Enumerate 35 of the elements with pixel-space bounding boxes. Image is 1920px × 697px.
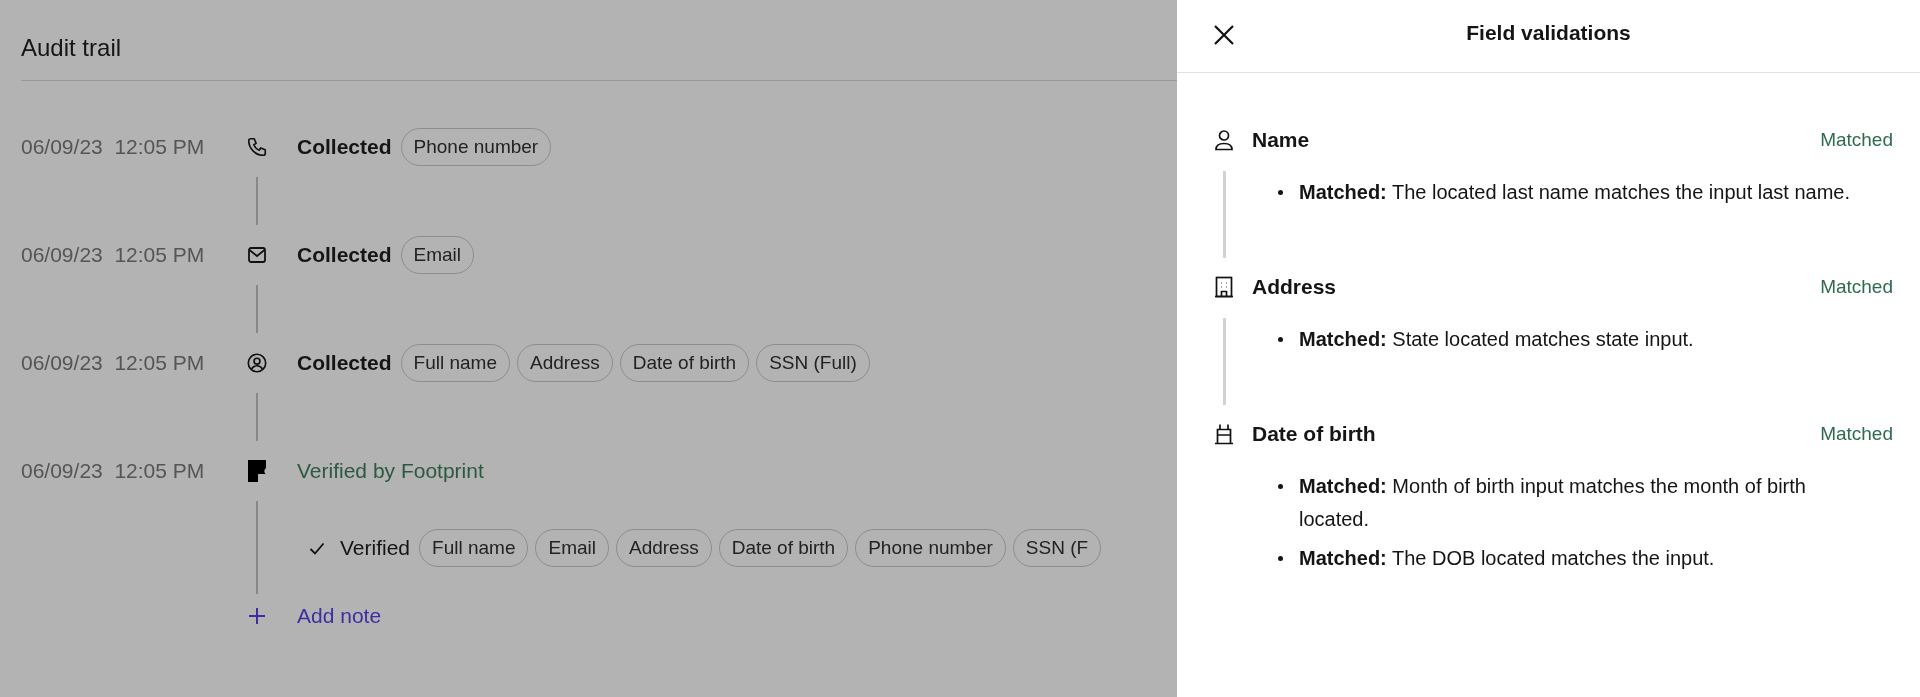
- plus-icon: [248, 607, 266, 625]
- event-timestamp: 06/09/23 12:05 PM: [21, 134, 206, 160]
- add-note-link[interactable]: Add note: [297, 604, 382, 628]
- event-timestamp: 06/09/23 12:05 PM: [21, 350, 206, 376]
- validation-note: Matched: The DOB located matches the input.: [1299, 546, 1715, 571]
- mail-icon: [247, 246, 267, 264]
- match-status: Matched: [1820, 422, 1893, 446]
- validation-note: Matched: Month of birth input matches the month of birth located.: [1299, 474, 1807, 532]
- validation-note: Matched: The located last name matches the input last name.: [1299, 180, 1851, 205]
- verified-label: Verified: [340, 536, 411, 560]
- phone-icon: [246, 136, 268, 158]
- validation-note: Matched: State located matches state input.: [1299, 327, 1694, 352]
- check-icon: [309, 541, 325, 555]
- field-name: Name: [1252, 127, 1311, 153]
- bullet-icon: [1278, 556, 1283, 561]
- field-name: Address: [1252, 274, 1338, 300]
- drawer-title: Field validations: [1466, 21, 1631, 45]
- user-circle-icon: [246, 352, 268, 374]
- bullet-icon: [1278, 337, 1283, 342]
- event-label: Verified by Footprint: [297, 459, 484, 483]
- page-title: Audit trail: [21, 33, 123, 63]
- match-status: Matched: [1820, 128, 1893, 152]
- event-timestamp: 06/09/23 12:05 PM: [21, 458, 206, 484]
- event-timestamp: 06/09/23 12:05 PM: [21, 242, 206, 268]
- logo-icon: [248, 460, 266, 482]
- person-icon: [1214, 129, 1234, 151]
- bullet-icon: [1278, 190, 1283, 195]
- match-status: Matched: [1820, 275, 1893, 299]
- bullet-icon: [1278, 484, 1283, 489]
- building-icon: [1214, 276, 1234, 298]
- field-name: Date of birth: [1252, 421, 1377, 447]
- event-label: Collected: [297, 351, 392, 375]
- event-label: Collected: [297, 243, 392, 267]
- cake-icon: [1214, 423, 1234, 445]
- event-label: Collected: [297, 135, 392, 159]
